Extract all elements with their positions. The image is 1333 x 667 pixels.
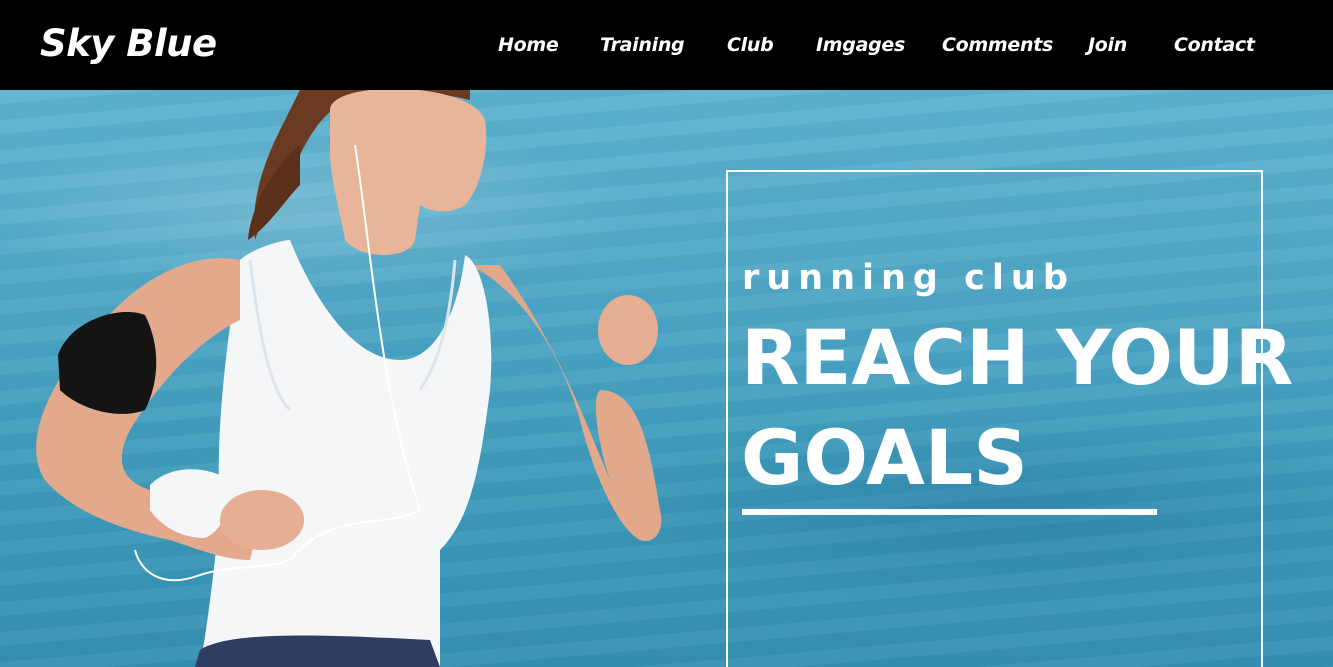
nav-training-link[interactable]: Training bbox=[600, 34, 685, 56]
nav-comments-link[interactable]: Comments bbox=[942, 34, 1053, 56]
nav-home-link[interactable]: Home bbox=[498, 34, 559, 56]
headline-line-2: GOALS bbox=[741, 413, 1028, 502]
nav-join-link[interactable]: Join bbox=[1088, 34, 1127, 56]
hero-banner: running club REACH YOUR GOALS bbox=[0, 90, 1333, 667]
top-navbar: Sky Blue Home Training Club Imgages Comm… bbox=[0, 0, 1333, 90]
runner-head bbox=[330, 90, 487, 255]
headline-underline bbox=[742, 509, 1157, 515]
hero-headline: REACH YOUR GOALS bbox=[741, 308, 1301, 508]
runner-shorts bbox=[195, 635, 440, 667]
armband bbox=[58, 311, 157, 414]
nav-club-link[interactable]: Club bbox=[727, 34, 774, 56]
runner-tank-top bbox=[200, 240, 492, 667]
nav-contact-link[interactable]: Contact bbox=[1174, 34, 1255, 56]
runner-image bbox=[36, 90, 662, 667]
hero-eyebrow: running club bbox=[742, 258, 1075, 298]
nav-images-link[interactable]: Imgages bbox=[816, 34, 905, 56]
headline-line-1: REACH YOUR bbox=[741, 313, 1294, 402]
main-nav: Home Training Club Imgages Comments Join… bbox=[0, 34, 1333, 60]
